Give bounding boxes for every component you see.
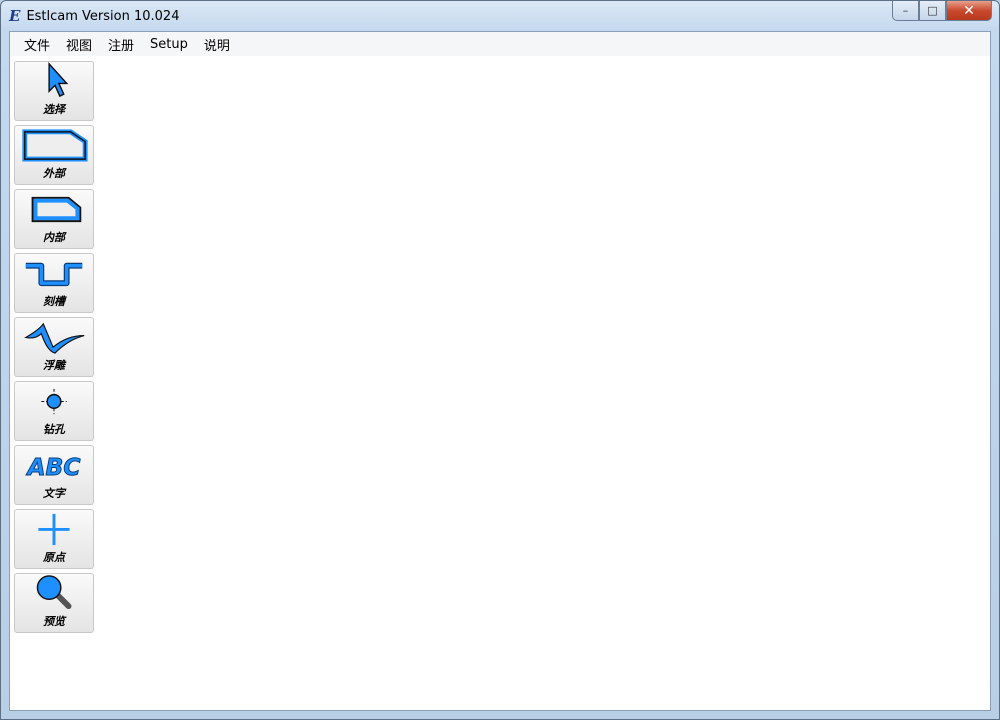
tool-label: 刻槽 xyxy=(43,295,65,308)
relief-icon xyxy=(24,322,85,354)
tool-label: 选择 xyxy=(43,103,65,116)
menu-file[interactable]: 文件 xyxy=(16,35,58,54)
tool-label: 钻孔 xyxy=(43,423,65,436)
tool-label: 内部 xyxy=(43,231,65,244)
tool-label: 预览 xyxy=(43,615,65,628)
menu-view[interactable]: 视图 xyxy=(58,35,100,54)
title-bar: E Estlcam Version 10.024 xyxy=(9,5,179,27)
close-button[interactable]: ✕ xyxy=(946,1,992,21)
groove-icon xyxy=(25,262,83,287)
menu-bar: 文件 视图 注册 Setup 说明 xyxy=(10,32,990,56)
client-area: 文件 视图 注册 Setup 说明 选择 外部 内部 刻槽 浮雕 钻孔 ABC … xyxy=(9,31,991,711)
tool-label: 原点 xyxy=(43,551,65,564)
tool-label: 文字 xyxy=(43,487,65,500)
magnifier-icon xyxy=(36,575,72,610)
origin-icon xyxy=(38,513,70,546)
app-window: E Estlcam Version 10.024 – □ ✕ 文件 视图 注册 … xyxy=(0,0,1000,720)
svg-text:ABC: ABC xyxy=(25,453,80,481)
inside-shape-icon xyxy=(31,196,82,223)
menu-setup[interactable]: Setup xyxy=(142,37,196,52)
outside-shape-icon xyxy=(22,129,88,162)
tool-text[interactable]: ABC 文字 xyxy=(14,445,94,505)
text-icon: ABC xyxy=(25,453,81,482)
menu-help[interactable]: 说明 xyxy=(196,35,238,54)
arrow-icon xyxy=(48,62,69,98)
tool-drill[interactable]: 钻孔 xyxy=(14,381,94,441)
tool-groove[interactable]: 刻槽 xyxy=(14,253,94,313)
tool-relief[interactable]: 浮雕 xyxy=(14,317,94,377)
tool-label: 浮雕 xyxy=(43,359,65,372)
tool-preview[interactable]: 预览 xyxy=(14,573,94,633)
tool-select[interactable]: 选择 xyxy=(14,61,94,121)
tool-inside[interactable]: 内部 xyxy=(14,189,94,249)
app-logo-icon: E xyxy=(9,7,21,25)
toolbar: 选择 外部 内部 刻槽 浮雕 钻孔 ABC 文字 原点 预览 xyxy=(14,61,94,633)
tool-origin[interactable]: 原点 xyxy=(14,509,94,569)
minimize-button[interactable]: – xyxy=(892,1,919,21)
maximize-button[interactable]: □ xyxy=(919,1,946,21)
drill-icon xyxy=(41,388,67,415)
tool-label: 外部 xyxy=(43,167,65,180)
tool-outside[interactable]: 外部 xyxy=(14,125,94,185)
window-title: Estlcam Version 10.024 xyxy=(26,8,180,24)
menu-register[interactable]: 注册 xyxy=(100,35,142,54)
